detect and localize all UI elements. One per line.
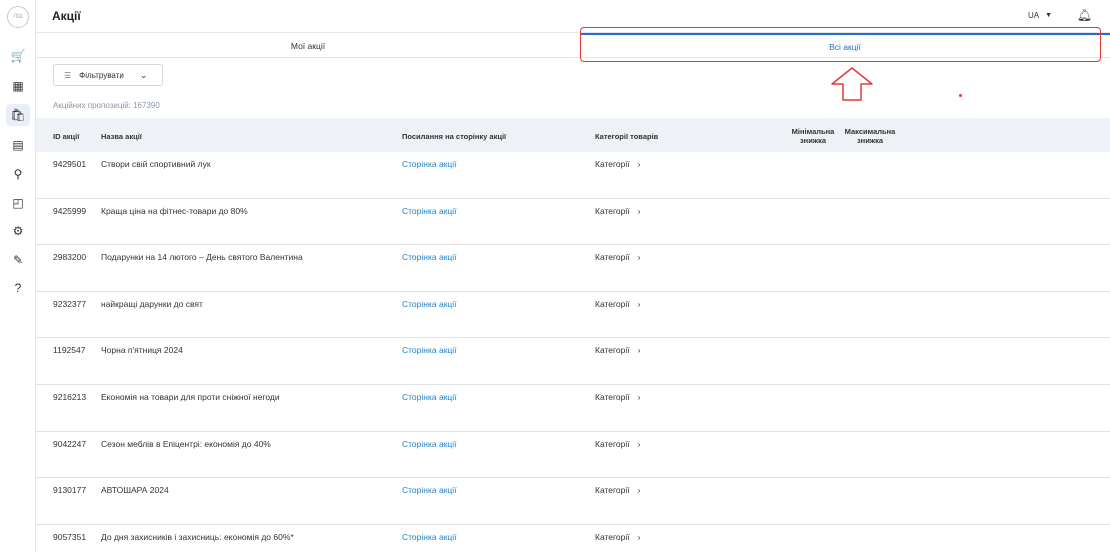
table-row: 2983200 Подарунки на 14 лютого – День св… bbox=[36, 245, 1110, 292]
row-id: 9425999 bbox=[53, 205, 87, 216]
promo-bag-icon[interactable]: 🛍 bbox=[6, 104, 30, 126]
row-name: Чорна п'ятниця 2024 bbox=[101, 345, 183, 356]
chevron-right-icon: › bbox=[637, 485, 641, 496]
language-select[interactable]: UA ▼ bbox=[1028, 11, 1052, 20]
chevron-right-icon: › bbox=[637, 205, 641, 216]
row-id: 9130177 bbox=[53, 485, 87, 496]
table-row: 9425999 Краща ціна на фітнес-товари до 8… bbox=[36, 199, 1110, 246]
chevron-right-icon: › bbox=[637, 298, 641, 309]
row-categories-label: Категорії bbox=[595, 485, 630, 496]
row-categories-label: Категорії bbox=[595, 159, 630, 169]
chevron-right-icon: › bbox=[637, 391, 641, 402]
row-categories[interactable]: Категорії › bbox=[595, 206, 640, 216]
caret-down-icon: ▼ bbox=[1045, 12, 1052, 19]
row-name: Економія на товари для проти сніжної нег… bbox=[101, 391, 280, 402]
wallet-icon[interactable]: ◰ bbox=[6, 192, 30, 214]
row-categories[interactable]: Категорії › bbox=[595, 299, 640, 309]
filter-button[interactable]: ☰ Фільтрувати ⌄ bbox=[53, 64, 163, 86]
runner-icon[interactable]: ⚲ bbox=[6, 163, 30, 185]
settings-icon[interactable]: ⚙ bbox=[6, 220, 30, 242]
row-link[interactable]: Сторінка акції bbox=[402, 206, 457, 216]
table-row: 1192547 Чорна п'ятниця 2024 Сторінка акц… bbox=[36, 338, 1110, 385]
row-id: 2983200 bbox=[53, 252, 87, 263]
row-id: 9429501 bbox=[53, 159, 87, 169]
shop-icon[interactable]: ▤ bbox=[6, 134, 30, 156]
table-row: 9429501 Створи свій спортивний лук Сторі… bbox=[36, 152, 1110, 199]
col-min-discount[interactable]: Мінімальна знижка bbox=[788, 127, 838, 145]
promotions-count: Акційних пропозицій: 167390 bbox=[53, 101, 160, 110]
table-body: 9429501 Створи свій спортивний лук Сторі… bbox=[36, 152, 1110, 552]
table-row: 9130177 АВТОШАРА 2024 Сторінка акції Кат… bbox=[36, 478, 1110, 525]
filter-label: Фільтрувати bbox=[79, 70, 124, 80]
tabs: Мої акції Всі акції bbox=[36, 33, 1110, 58]
chevron-right-icon: › bbox=[637, 345, 641, 356]
cart-icon[interactable]: 🛒 bbox=[6, 45, 30, 67]
row-link[interactable]: Сторінка акції bbox=[402, 345, 457, 355]
row-link[interactable]: Сторінка акції bbox=[402, 252, 457, 262]
row-link[interactable]: Сторінка акції bbox=[402, 439, 457, 449]
language-value: UA bbox=[1027, 11, 1040, 20]
row-categories-label: Категорії bbox=[595, 298, 630, 309]
row-link[interactable]: Сторінка акції bbox=[402, 532, 457, 542]
filter-icon: ☰ bbox=[64, 70, 72, 80]
row-categories[interactable]: Категорії › bbox=[595, 345, 640, 355]
row-link[interactable]: Сторінка акції bbox=[402, 159, 457, 169]
topbar: Акції UA ▼ 🔔︎ bbox=[36, 0, 1110, 33]
row-categories-label: Категорії bbox=[595, 205, 630, 216]
annotation-dot bbox=[959, 94, 962, 97]
col-name[interactable]: Назва акції bbox=[101, 132, 142, 141]
row-name: Створи свій спортивний лук bbox=[101, 159, 211, 169]
row-categories-label: Категорії bbox=[595, 391, 630, 402]
row-link[interactable]: Сторінка акції bbox=[402, 485, 457, 495]
sidebar: ЛШ 🛒 ▦ 🛍 ▤ ⚲ ◰ ⚙ ✎ ? bbox=[0, 0, 36, 552]
chevron-right-icon: › bbox=[637, 438, 641, 449]
row-id: 9216213 bbox=[53, 391, 87, 402]
table-row: 9042247 Сезон меблів в Епіцентрі: економ… bbox=[36, 432, 1110, 479]
row-categories[interactable]: Категорії › bbox=[595, 392, 640, 402]
page-title: Акції bbox=[52, 9, 81, 23]
row-categories[interactable]: Категорії › bbox=[595, 532, 640, 542]
row-name: Краща ціна на фітнес-товари до 80% bbox=[101, 205, 248, 216]
table-row: 9057351 До дня захисників і захисниць: е… bbox=[36, 525, 1110, 552]
row-id: 9232377 bbox=[53, 298, 87, 309]
annotation-arrow-icon bbox=[831, 67, 873, 101]
chevron-right-icon: › bbox=[637, 159, 641, 169]
handshake-icon[interactable]: ✎ bbox=[6, 249, 30, 271]
table-row: 9216213 Економія на товари для проти сні… bbox=[36, 385, 1110, 432]
row-link[interactable]: Сторінка акції bbox=[402, 392, 457, 402]
row-categories-label: Категорії bbox=[595, 252, 630, 263]
col-max-discount[interactable]: Максимальна знижка bbox=[844, 127, 896, 145]
row-name: До дня захисників і захисниць: економія … bbox=[101, 531, 294, 542]
table-header: ID акції Назва акції Посилання на сторін… bbox=[36, 118, 1110, 152]
chevron-right-icon: › bbox=[637, 252, 641, 263]
help-icon[interactable]: ? bbox=[6, 277, 30, 299]
row-categories[interactable]: Категорії › bbox=[595, 159, 640, 169]
row-name: Подарунки на 14 лютого – День святого Ва… bbox=[101, 252, 303, 263]
row-categories[interactable]: Категорії › bbox=[595, 252, 640, 262]
table-row: 9232377 найкращі дарунки до свят Сторінк… bbox=[36, 292, 1110, 339]
row-categories[interactable]: Категорії › bbox=[595, 439, 640, 449]
row-name: Сезон меблів в Епіцентрі: економія до 40… bbox=[101, 438, 271, 449]
storefront-icon[interactable]: ▦ bbox=[6, 75, 30, 97]
row-name: найкращі дарунки до свят bbox=[101, 298, 203, 309]
col-link: Посилання на сторінку акції bbox=[402, 132, 507, 141]
row-name: АВТОШАРА 2024 bbox=[101, 485, 169, 496]
bell-icon[interactable]: 🔔︎ bbox=[1077, 8, 1092, 22]
row-categories-label: Категорії bbox=[595, 345, 630, 356]
row-categories[interactable]: Категорії › bbox=[595, 485, 640, 495]
row-id: 9042247 bbox=[53, 438, 87, 449]
row-id: 9057351 bbox=[53, 531, 87, 542]
row-id: 1192547 bbox=[53, 345, 86, 356]
row-categories-label: Категорії bbox=[595, 531, 630, 542]
row-categories-label: Категорії bbox=[595, 438, 630, 449]
logo-text: ЛШ bbox=[13, 14, 23, 20]
logo[interactable]: ЛШ bbox=[7, 6, 29, 28]
col-id[interactable]: ID акції bbox=[53, 132, 79, 141]
chevron-right-icon: › bbox=[637, 531, 641, 542]
chevron-down-icon: ⌄ bbox=[139, 69, 148, 80]
tab-all-promotions[interactable]: Всі акції bbox=[580, 33, 1110, 58]
tab-my-promotions[interactable]: Мої акції bbox=[36, 33, 580, 58]
row-link[interactable]: Сторінка акції bbox=[402, 299, 457, 309]
col-categories: Категорії товарів bbox=[595, 132, 659, 141]
